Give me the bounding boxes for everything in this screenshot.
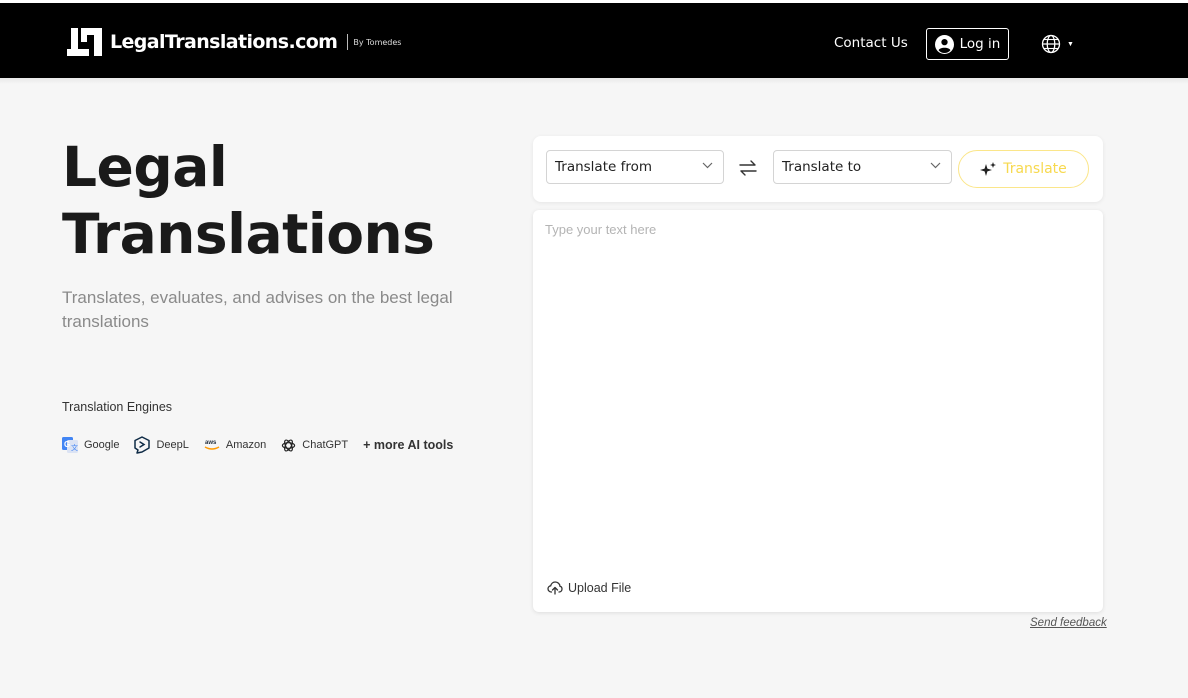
engine-chatgpt: ChatGPT xyxy=(281,438,348,453)
translator-input-panel: Upload File xyxy=(533,210,1103,612)
svg-text:文: 文 xyxy=(71,443,78,452)
engine-amazon: aws Amazon xyxy=(204,438,266,452)
engine-amazon-label: Amazon xyxy=(225,439,267,451)
svg-text:aws: aws xyxy=(205,440,217,446)
upload-file-label: Upload File xyxy=(568,581,632,595)
google-translate-icon: G 文 xyxy=(62,437,78,453)
swap-languages-icon[interactable] xyxy=(738,159,758,177)
chevron-down-icon xyxy=(702,162,713,169)
page-title-line1: Legal xyxy=(62,135,228,199)
page-title-line2: Translations xyxy=(62,202,435,266)
aws-icon: aws xyxy=(204,440,220,450)
caret-down-icon: ▼ xyxy=(1067,40,1074,48)
cloud-upload-icon xyxy=(547,581,563,595)
logo[interactable]: LegalTranslations.com By Tomedes xyxy=(67,26,401,58)
logo-text: LegalTranslations.com xyxy=(110,31,338,53)
engines-list: G 文 Google DeepL aws Amazon ChatGPT + mo… xyxy=(62,436,453,454)
globe-icon xyxy=(1041,34,1061,54)
more-ai-tools-link[interactable]: + more AI tools xyxy=(363,438,453,452)
openai-icon xyxy=(282,438,296,452)
login-label: Log in xyxy=(959,36,1001,52)
logo-mark-icon xyxy=(67,28,102,56)
page-subtitle: Translates, evaluates, and advises on th… xyxy=(62,288,453,331)
sparkle-icon xyxy=(980,161,997,176)
source-text-input[interactable] xyxy=(545,222,1091,562)
navbar: LegalTranslations.com By Tomedes Contact… xyxy=(0,3,1188,78)
login-button[interactable]: Log in xyxy=(926,28,1009,60)
translate-to-select[interactable]: Translate to xyxy=(773,150,952,184)
logo-byline: By Tomedes xyxy=(353,37,402,47)
page-title: Legal Translations xyxy=(62,134,435,268)
engine-google: G 文 Google xyxy=(62,437,119,453)
upload-file-button[interactable]: Upload File xyxy=(547,581,631,595)
language-selector[interactable]: ▼ xyxy=(1041,34,1074,54)
user-account-icon xyxy=(934,34,954,54)
logo-separator xyxy=(347,34,349,50)
engine-deepl: DeepL xyxy=(134,436,189,454)
engine-deepl-label: DeepL xyxy=(156,439,189,451)
translate-button[interactable]: Translate xyxy=(958,150,1089,188)
translator-controls: Translate from Translate to Translate xyxy=(533,136,1103,202)
engine-chatgpt-label: ChatGPT xyxy=(302,439,349,451)
translate-from-label: Translate from xyxy=(555,159,653,175)
engines-label: Translation Engines xyxy=(62,400,173,414)
chevron-down-icon xyxy=(930,162,941,169)
send-feedback-link[interactable]: Send feedback xyxy=(1030,617,1107,629)
translate-to-label: Translate to xyxy=(782,159,862,175)
deepl-icon xyxy=(134,436,151,454)
engine-google-label: Google xyxy=(84,439,120,451)
navbar-shadow xyxy=(0,78,1188,84)
translate-from-select[interactable]: Translate from xyxy=(546,150,724,184)
contact-us-link[interactable]: Contact Us xyxy=(834,35,908,51)
translate-button-label: Translate xyxy=(1003,161,1067,177)
svg-text:G: G xyxy=(64,440,70,449)
